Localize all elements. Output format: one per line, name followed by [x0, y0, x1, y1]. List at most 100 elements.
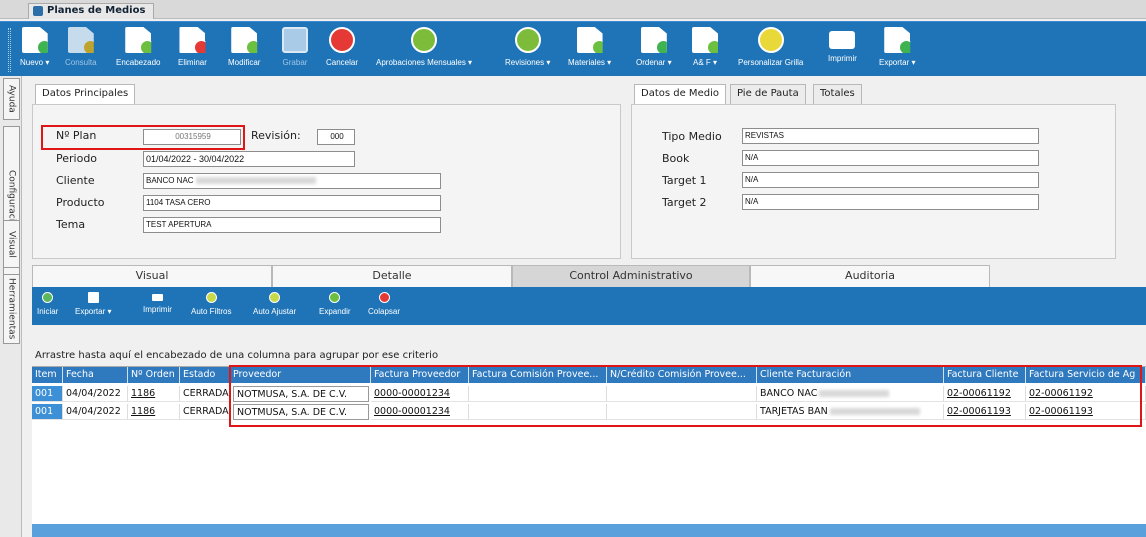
print-button[interactable]: Imprimir — [828, 24, 857, 76]
af-button[interactable]: A& F ▾ — [692, 24, 718, 76]
cell-estado[interactable]: CERRADA — [180, 404, 230, 420]
col-header-norden[interactable]: Nº Orden — [128, 367, 180, 383]
tab-pie-de-pauta[interactable]: Pie de Pauta — [730, 84, 806, 104]
producto-label: Producto — [56, 196, 105, 209]
save-icon — [282, 27, 308, 53]
thumbs-up-icon — [411, 27, 438, 53]
cliente-field[interactable]: BANCO NAC — [143, 173, 441, 189]
expand-button[interactable]: Expandir — [319, 290, 351, 316]
af-icon — [692, 27, 718, 53]
thumbs-up-icon — [514, 27, 541, 53]
order-icon — [640, 27, 667, 53]
order-button[interactable]: Ordenar ▾ — [636, 24, 672, 76]
tipo-medio-label: Tipo Medio — [662, 130, 722, 143]
cell-norden-link[interactable]: 1186 — [128, 404, 180, 420]
header-button[interactable]: Encabezado — [116, 24, 160, 76]
cell-item[interactable]: 001 — [32, 386, 63, 402]
query-button[interactable]: Consulta — [65, 24, 97, 76]
window-tab-strip: Planes de Medios — [0, 0, 1146, 19]
tab-detalle[interactable]: Detalle — [272, 265, 512, 287]
periodo-label: Periodo — [56, 152, 98, 165]
cliente-label: Cliente — [56, 174, 95, 187]
tab-title: Planes de Medios — [47, 5, 146, 16]
app-icon — [33, 6, 43, 16]
tema-field[interactable]: TEST APERTURA — [143, 217, 441, 233]
revisions-button[interactable]: Revisiones ▾ — [505, 24, 550, 76]
toolbar-grip[interactable] — [8, 28, 11, 72]
export-icon — [884, 27, 911, 53]
monthly-approvals-button[interactable]: Aprobaciones Mensuales ▾ — [376, 24, 472, 76]
export-icon — [87, 292, 99, 303]
printer-icon — [829, 31, 856, 49]
new-button[interactable]: Nuevo ▾ — [20, 24, 49, 76]
tab-datos-principales[interactable]: Datos Principales — [35, 84, 136, 104]
cell-fecha[interactable]: 04/04/2022 — [63, 386, 128, 402]
main-toolbar: Nuevo ▾ Consulta Encabezado Eliminar Mod… — [0, 21, 1146, 76]
book-field[interactable]: N/A — [742, 150, 1039, 166]
collapse-icon — [378, 292, 390, 303]
delete-doc-icon — [179, 27, 206, 53]
grid-settings-icon — [757, 27, 784, 53]
revision-label: Revisión: — [251, 129, 301, 142]
materials-icon — [576, 27, 603, 53]
filter-icon — [205, 292, 217, 303]
col-header-fecha[interactable]: Fecha — [63, 367, 128, 383]
target2-label: Target 2 — [662, 196, 707, 209]
new-doc-icon — [21, 27, 48, 53]
cancel-button[interactable]: Cancelar — [326, 24, 358, 76]
group-by-hint: Arrastre hasta aquí el encabezado de una… — [35, 350, 439, 361]
highlight-box-grid — [229, 365, 1142, 427]
tab-visual[interactable]: Visual — [32, 265, 272, 287]
grid-footer-bar — [32, 524, 1146, 537]
target1-field[interactable]: N/A — [742, 172, 1039, 188]
target1-label: Target 1 — [662, 174, 707, 187]
cell-norden-link[interactable]: 1186 — [128, 386, 180, 402]
redacted-text — [195, 177, 316, 185]
auto-filters-button[interactable]: Auto Filtros — [191, 290, 231, 316]
query-doc-icon — [67, 27, 94, 53]
auto-fit-button[interactable]: Auto Ajustar — [253, 290, 296, 316]
cell-item[interactable]: 001 — [32, 404, 63, 420]
grid-export-button[interactable]: Exportar ▾ — [75, 290, 111, 316]
book-label: Book — [662, 152, 690, 165]
tab-auditoria[interactable]: Auditoria — [750, 265, 990, 287]
autofit-icon — [269, 292, 281, 303]
tema-label: Tema — [56, 218, 86, 231]
side-tab-ayuda[interactable]: Ayuda — [3, 78, 20, 120]
side-panel-tabs: Ayuda Configuraciones Visual Herramienta… — [0, 76, 22, 537]
tab-control-administrativo[interactable]: Control Administrativo — [512, 265, 750, 287]
materials-button[interactable]: Materiales ▾ — [568, 24, 611, 76]
revision-field[interactable]: 000 — [317, 129, 355, 145]
expand-icon — [329, 292, 341, 303]
grid-toolbar: Iniciar Exportar ▾ Imprimir Auto Filtros… — [32, 287, 1146, 325]
export-button[interactable]: Exportar ▾ — [879, 24, 915, 76]
start-button[interactable]: Iniciar — [37, 290, 58, 316]
producto-field[interactable]: 1104 TASA CERO — [143, 195, 441, 211]
grid-print-button[interactable]: Imprimir — [143, 290, 172, 314]
play-icon — [42, 292, 54, 303]
tab-datos-de-medio[interactable]: Datos de Medio — [634, 84, 726, 104]
printer-icon — [151, 294, 163, 301]
target2-field[interactable]: N/A — [742, 194, 1039, 210]
tab-planes-de-medios[interactable]: Planes de Medios — [28, 3, 155, 19]
cancel-icon — [329, 27, 355, 53]
cell-estado[interactable]: CERRADA — [180, 386, 230, 402]
col-header-estado[interactable]: Estado — [180, 367, 230, 383]
customize-grid-button[interactable]: Personalizar Grilla — [738, 24, 803, 76]
highlight-box-nplan — [41, 125, 245, 150]
header-edit-icon — [125, 27, 152, 53]
delete-button[interactable]: Eliminar — [178, 24, 207, 76]
main-tab-strip: Visual Detalle Control Administrativo Au… — [32, 265, 990, 287]
edit-doc-icon — [231, 27, 258, 53]
side-tab-visual[interactable]: Visual — [3, 220, 20, 268]
col-header-item[interactable]: Item — [32, 367, 63, 383]
datos-medio-panel: Tipo Medio REVISTAS Book N/A Target 1 N/… — [631, 104, 1116, 259]
cell-fecha[interactable]: 04/04/2022 — [63, 404, 128, 420]
side-tab-herramientas[interactable]: Herramientas — [3, 274, 20, 344]
tab-totales[interactable]: Totales — [813, 84, 862, 104]
modify-button[interactable]: Modificar — [228, 24, 260, 76]
tipo-medio-field[interactable]: REVISTAS — [742, 128, 1039, 144]
save-button[interactable]: Grabar — [282, 24, 308, 76]
collapse-button[interactable]: Colapsar — [368, 290, 400, 316]
periodo-field[interactable]: 01/04/2022 - 30/04/2022 — [143, 151, 355, 167]
